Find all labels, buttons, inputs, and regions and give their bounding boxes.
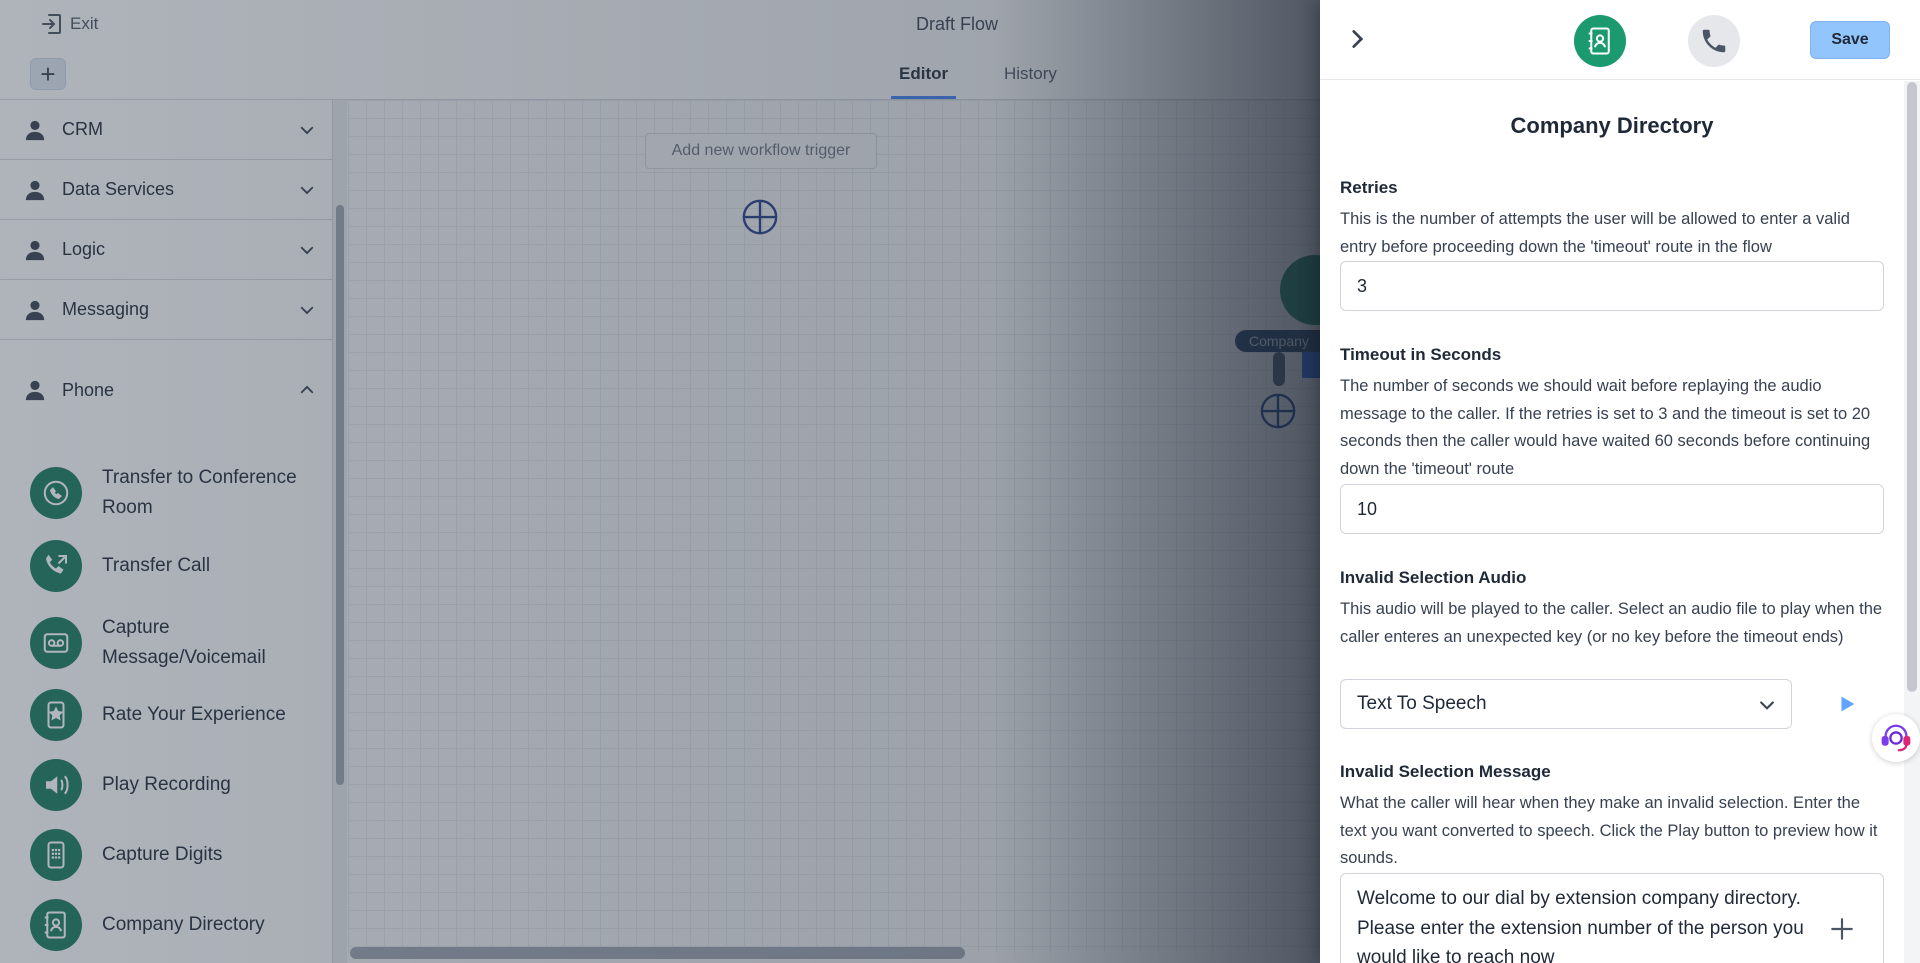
directory-icon	[1588, 27, 1610, 55]
retries-label: Retries	[1340, 178, 1398, 197]
phone-icon	[1702, 29, 1726, 53]
node-port[interactable]	[1302, 352, 1320, 378]
sidebar-item-label: Rate Your Experience	[102, 704, 286, 725]
sidebar-item-transfer-call[interactable]: Transfer Call	[30, 540, 330, 592]
invalid-audio-selected: Text To Speech	[1357, 693, 1487, 714]
chevron-down-icon	[300, 186, 314, 194]
play-icon[interactable]	[1836, 693, 1858, 715]
node-library-sidebar: CRM Data Services Logic Messaging Phone	[0, 100, 333, 963]
conference-transfer-icon	[30, 467, 82, 519]
invalid-audio-select[interactable]: Text To Speech	[1340, 679, 1792, 729]
category-label: Phone	[62, 379, 115, 400]
sidebar-scrollbar-thumb[interactable]	[336, 205, 344, 785]
panel-body: Company Directory Retries This is the nu…	[1320, 81, 1904, 963]
chevron-right-icon[interactable]	[1344, 26, 1370, 52]
add-workflow-trigger[interactable]: Add new workflow trigger	[645, 133, 877, 169]
voicemail-icon	[30, 617, 82, 669]
plus-icon: +	[40, 58, 56, 89]
sidebar-item-label: Capture Message/Voicemail	[102, 617, 266, 668]
sidebar-item-label: Play Recording	[102, 774, 231, 795]
timeout-description: The number of seconds we should wait bef…	[1340, 377, 1871, 478]
directory-node-button[interactable]	[1574, 15, 1626, 67]
headset-support-icon	[1881, 724, 1911, 752]
category-label: Logic	[62, 239, 106, 259]
node-connector[interactable]	[1273, 352, 1285, 386]
tab-history[interactable]: History	[1004, 64, 1057, 84]
keypad-icon	[30, 829, 82, 881]
sidebar-item-label: Transfer to Conference Room	[102, 467, 297, 518]
support-chat-button[interactable]	[1872, 714, 1920, 762]
category-messaging[interactable]: Messaging	[0, 280, 332, 340]
directory-icon	[30, 899, 82, 951]
category-phone[interactable]: Phone	[0, 360, 332, 420]
speaker-icon	[30, 759, 82, 811]
retries-input[interactable]: 3	[1340, 261, 1884, 311]
save-button[interactable]: Save	[1810, 21, 1890, 59]
canvas-horizontal-scrollbar[interactable]	[350, 947, 965, 959]
rating-icon	[30, 689, 82, 741]
category-data-services[interactable]: Data Services	[0, 160, 332, 220]
sidebar-item-label: Transfer Call	[102, 555, 211, 576]
invalid-message-textarea[interactable]: Welcome to our dial by extension company…	[1340, 873, 1884, 963]
person-icon	[25, 240, 45, 260]
sidebar-item-rate-experience[interactable]: Rate Your Experience	[30, 689, 330, 741]
timeout-input[interactable]: 10	[1340, 484, 1884, 534]
chevron-up-icon	[300, 385, 314, 394]
add-node-crosshair-icon[interactable]	[1259, 392, 1297, 430]
add-node-crosshair-icon[interactable]	[741, 198, 779, 236]
timeout-label: Timeout in Seconds	[1340, 345, 1502, 364]
category-crm[interactable]: CRM	[0, 100, 332, 160]
chevron-down-icon	[300, 246, 314, 254]
plus-icon[interactable]	[1829, 916, 1855, 942]
tab-editor[interactable]: Editor	[890, 64, 957, 99]
sidebar-item-label: Capture Digits	[102, 844, 223, 865]
phone-transfer-icon	[30, 540, 82, 592]
sidebar-item-label: Company Directory	[102, 914, 265, 935]
retries-description: This is the number of attempts the user …	[1340, 210, 1850, 256]
person-icon	[25, 120, 45, 140]
sidebar-item-transfer-conference[interactable]: Transfer to Conference Room	[30, 463, 330, 523]
sidebar-item-play-recording[interactable]: Play Recording	[30, 759, 330, 811]
chevron-down-icon	[1760, 701, 1774, 710]
node-properties-panel: Save Company Directory Retries This is t…	[1320, 0, 1920, 963]
invalid-message-text: Welcome to our dial by extension company…	[1357, 888, 1804, 963]
category-logic[interactable]: Logic	[0, 220, 332, 280]
category-label: Data Services	[62, 179, 175, 199]
exit-icon	[42, 14, 61, 34]
invalid-message-description: What the caller will hear when they make…	[1340, 794, 1878, 867]
category-label: CRM	[62, 119, 103, 139]
category-label: Messaging	[62, 299, 150, 319]
person-icon	[25, 300, 45, 320]
chevron-down-icon	[300, 126, 314, 134]
sidebar-item-capture-voicemail[interactable]: Capture Message/Voicemail	[30, 613, 330, 673]
panel-scrollbar-thumb[interactable]	[1907, 82, 1917, 692]
sidebar-item-capture-digits[interactable]: Capture Digits	[30, 829, 330, 881]
panel-title: Company Directory	[1510, 113, 1714, 138]
exit-label: Exit	[70, 14, 99, 33]
add-button[interactable]: +	[30, 58, 66, 90]
phone-category-button[interactable]	[1688, 15, 1740, 67]
sidebar-item-company-directory[interactable]: Company Directory	[30, 899, 330, 951]
chevron-down-icon	[300, 306, 314, 314]
invalid-message-label: Invalid Selection Message	[1340, 762, 1551, 781]
person-icon	[25, 180, 45, 200]
invalid-audio-label: Invalid Selection Audio	[1340, 568, 1527, 587]
person-icon	[25, 380, 45, 401]
invalid-audio-description: This audio will be played to the caller.…	[1340, 600, 1883, 646]
panel-header: Save	[1320, 0, 1920, 80]
exit-button[interactable]: Exit	[40, 12, 98, 36]
